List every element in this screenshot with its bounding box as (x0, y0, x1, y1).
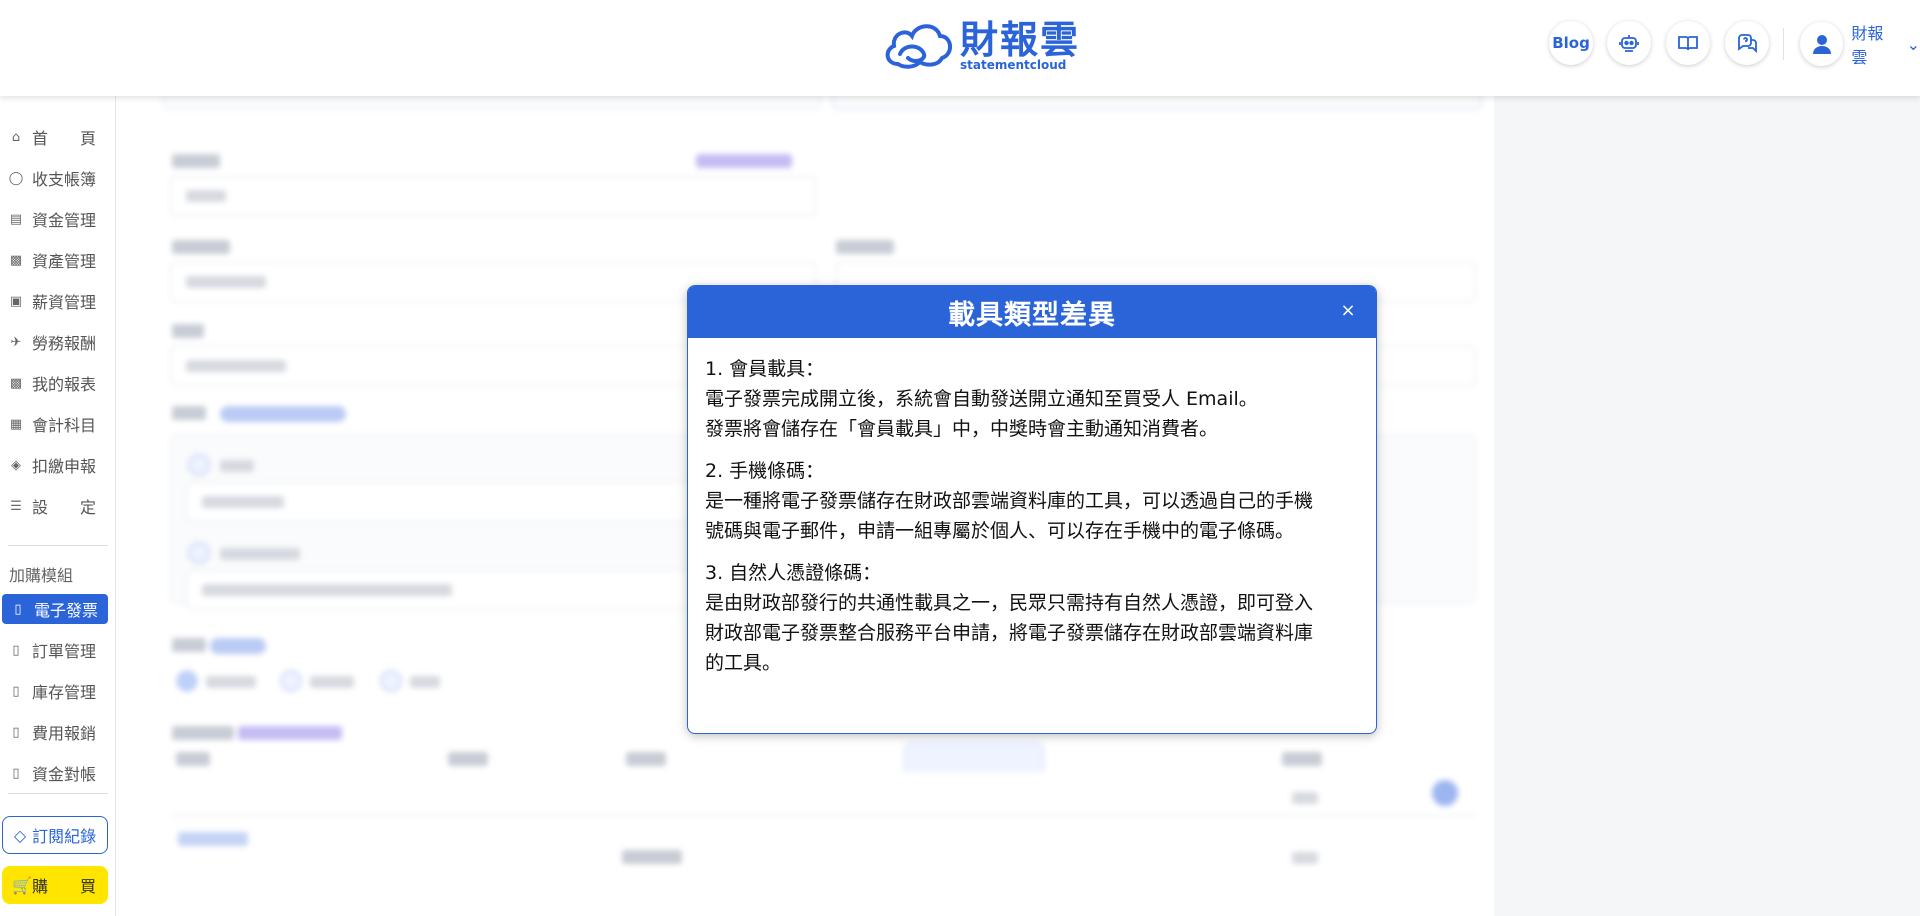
chat-help-icon (1738, 34, 1757, 54)
sidebar-item-settings[interactable]: ☰ 設 定 (8, 491, 108, 521)
sidebar-divider (8, 545, 108, 546)
close-icon[interactable]: × (1338, 300, 1358, 321)
section-line: 是由財政部發行的共通性載具之一，民眾只需持有自然人憑證，即可登入 (705, 592, 1314, 614)
section-heading: 2. 手機條碼： (705, 460, 825, 482)
sidebar-item-reports[interactable]: ▩ 我的報表 (8, 368, 108, 398)
sidebar-item-salary[interactable]: ▣ 薪資管理 (8, 286, 108, 316)
sidebar-item-label: 資產管理 (32, 252, 97, 271)
section-line: 的工具。 (705, 652, 782, 674)
sidebar-item-label: 庫存管理 (32, 683, 97, 702)
sidebar-item-fund[interactable]: ▤ 資金管理 (8, 204, 108, 234)
sidebar-item-ledger-book[interactable]: ◯ 收支帳簿 (8, 163, 108, 193)
robot-support-button[interactable] (1607, 21, 1651, 65)
sidebar-item-label: 薪資管理 (32, 293, 97, 312)
section-line: 財政部電子發票整合服務平台申請，將電子發票儲存在財政部雲端資料庫 (705, 622, 1314, 644)
sidebar-item-labor[interactable]: ✈ 勞務報酬 (8, 327, 108, 357)
cart-icon: 🛒 (12, 875, 32, 895)
sidebar-item-orders[interactable]: ▯ 訂單管理 (8, 635, 108, 665)
carrier-type-modal: 載具類型差異 × 1. 會員載具： 電子發票完成開立後，系統會自動發送開立通知至… (687, 285, 1377, 734)
user-menu[interactable]: 財報雲 ⌄ (1800, 20, 1920, 68)
salary-icon: ▣ (9, 293, 23, 309)
robot-support-icon (1619, 35, 1639, 52)
section-line: 號碼與電子郵件，申請一組專屬於個人、可以存在手機中的電子條碼。 (705, 520, 1295, 542)
sidebar-item-label: 我的報表 (32, 375, 97, 394)
modal-header: 載具類型差異 × (688, 286, 1376, 338)
chevron-down-icon[interactable]: ⌄ (1907, 35, 1920, 54)
header-divider (1783, 28, 1784, 60)
sidebar-item-e-invoice[interactable]: ▯ 電子發票 (2, 594, 108, 624)
sidebar-item-label: 扣繳申報 (32, 457, 97, 476)
money-icon: ◯ (8, 170, 24, 186)
buy-label: 購 買 (31, 877, 96, 896)
sidebar-item-withholding[interactable]: ◈ 扣繳申報 (8, 450, 108, 480)
member-carrier-section: 1. 會員載具： 電子發票完成開立後，系統會自動發送開立通知至買受人 Email… (705, 354, 1360, 444)
sidebar-item-asset[interactable]: ▩ 資產管理 (8, 245, 108, 275)
labor-icon: ✈ (10, 334, 22, 350)
sidebar-item-label: 資金管理 (32, 211, 97, 230)
blog-button[interactable]: Blog (1549, 21, 1593, 65)
sidebar-item-accounts[interactable]: ▦ 會計科目 (8, 409, 108, 439)
logo[interactable]: 財報雲 statementcloud (880, 18, 1080, 72)
sidebar-item-label: 勞務報酬 (32, 334, 97, 353)
section-line: 發票將會儲存在「會員載具」中，中獎時會主動通知消費者。 (705, 418, 1219, 440)
book-icon (1678, 36, 1698, 51)
sidebar-item-label: 設 定 (32, 498, 97, 517)
logo-name-cn: 財報雲 (960, 18, 1081, 62)
sidebar-item-label: 費用報銷 (32, 724, 97, 743)
section-heading: 1. 會員載具： (705, 358, 825, 380)
section-line: 電子發票完成開立後，系統會自動發送開立通知至買受人 Email。 (705, 388, 1258, 410)
buy-button[interactable]: 🛒 購 買 (2, 866, 108, 904)
document-icon: ▯ (12, 724, 20, 740)
addon-section-title: 加購模組 (9, 566, 74, 585)
sidebar-item-expenses[interactable]: ▯ 費用報銷 (8, 717, 108, 747)
sidebar-item-label: 收支帳簿 (32, 170, 97, 189)
sidebar-item-inventory[interactable]: ▯ 庫存管理 (8, 676, 108, 706)
chart-icon: ▩ (9, 375, 23, 391)
document-icon: ▯ (12, 683, 20, 699)
sidebar-divider (8, 793, 108, 794)
cloud-logo-icon (885, 24, 952, 69)
subscription-record-button[interactable]: ◇ 訂閱紀錄 (2, 816, 108, 854)
document-icon: ▯ (12, 765, 20, 781)
settings-icon: ☰ (10, 498, 22, 514)
sidebar-item-label: 訂單管理 (32, 642, 97, 661)
help-chat-button[interactable] (1725, 21, 1769, 65)
asset-icon: ▩ (9, 252, 23, 268)
ledger-icon: ▦ (9, 416, 23, 432)
blog-label: Blog (1552, 34, 1590, 52)
mobile-barcode-section: 2. 手機條碼： 是一種將電子發票儲存在財政部雲端資料庫的工具，可以透過自己的手… (705, 456, 1360, 546)
logo-name-en: statementcloud (960, 58, 1067, 72)
right-gray-area (1494, 96, 1920, 916)
diamond-icon: ◇ (13, 825, 27, 845)
user-name: 財報雲 (1851, 24, 1884, 67)
home-icon: ⌂ (11, 129, 21, 145)
section-line: 是一種將電子發票儲存在財政部雲端資料庫的工具，可以透過自己的手機 (705, 490, 1314, 512)
sidebar-item-label: 會計科目 (32, 416, 97, 435)
fund-icon: ▤ (9, 211, 23, 227)
sidebar-item-label: 資金對帳 (32, 765, 97, 784)
sidebar: ⌂ 首 頁 ◯ 收支帳簿 ▤ 資金管理 ▩ 資產管理 ▣ 薪資管理 ✈ 勞務報酬 ▩ 我的報表… (0, 96, 116, 916)
subscription-label: 訂閱紀錄 (32, 827, 97, 846)
user-avatar (1800, 22, 1844, 66)
sidebar-item-reconciliation[interactable]: ▯ 資金對帳 (8, 758, 108, 788)
section-heading: 3. 自然人憑證條碼： (705, 562, 882, 584)
top-header: 財報雲 statementcloud Blog 財報雲 ⌄ (0, 0, 1920, 96)
sidebar-item-label: 電子發票 (34, 601, 99, 620)
sidebar-item-home[interactable]: ⌂ 首 頁 (8, 122, 108, 152)
sidebar-item-label: 首 頁 (32, 129, 97, 148)
tax-icon: ◈ (11, 457, 21, 473)
user-icon (1812, 35, 1831, 54)
modal-body: 1. 會員載具： 電子發票完成開立後，系統會自動發送開立通知至買受人 Email… (688, 338, 1376, 678)
citizen-certificate-section: 3. 自然人憑證條碼： 是由財政部發行的共通性載具之一，民眾只需持有自然人憑證，… (705, 558, 1360, 678)
guide-book-button[interactable] (1666, 21, 1710, 65)
document-icon: ▯ (12, 642, 20, 658)
document-icon: ▯ (14, 601, 22, 617)
modal-title: 載具類型差異 (948, 299, 1116, 331)
